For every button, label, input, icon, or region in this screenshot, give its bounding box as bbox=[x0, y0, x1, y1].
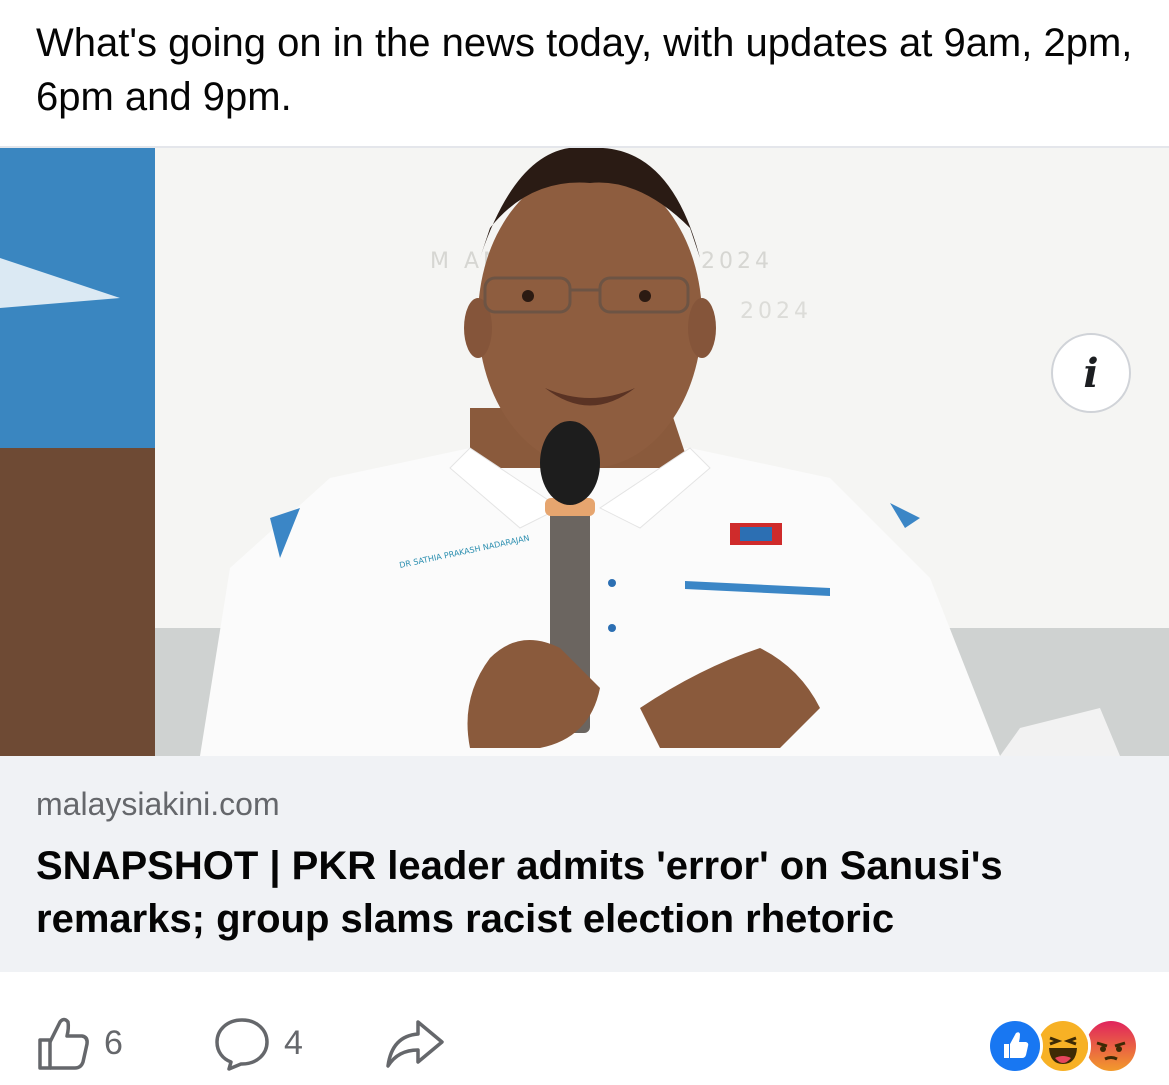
like-count: 6 bbox=[104, 1023, 123, 1062]
link-headline[interactable]: SNAPSHOT | PKR leader admits 'error' on … bbox=[36, 840, 1136, 946]
reaction-summary[interactable] bbox=[987, 1018, 1139, 1074]
share-button[interactable] bbox=[384, 1014, 446, 1072]
share-arrow-icon bbox=[384, 1014, 446, 1072]
info-icon[interactable]: i bbox=[1051, 333, 1131, 413]
news-post: What's going on in the news today, with … bbox=[0, 0, 1169, 1085]
comment-button[interactable]: 4 bbox=[212, 1014, 303, 1072]
haha-reaction-icon bbox=[1035, 1018, 1091, 1074]
angry-reaction-icon bbox=[1083, 1018, 1139, 1074]
comment-bubble-icon bbox=[212, 1014, 272, 1072]
photo-illustration: M ANGBANG BIL 1 2024 2024 bbox=[0, 148, 1169, 756]
like-button[interactable]: 6 bbox=[34, 1014, 123, 1072]
thumbs-up-icon bbox=[34, 1014, 92, 1072]
link-preview-card[interactable]: malaysiakini.com SNAPSHOT | PKR leader a… bbox=[0, 756, 1169, 972]
post-caption: What's going on in the news today, with … bbox=[36, 21, 1133, 119]
post-actions-bar: 6 4 bbox=[0, 1000, 1169, 1085]
link-domain: malaysiakini.com bbox=[36, 786, 280, 822]
svg-text:2024: 2024 bbox=[740, 299, 812, 324]
comment-count: 4 bbox=[284, 1023, 303, 1062]
like-reaction-icon bbox=[987, 1018, 1043, 1074]
link-preview-image[interactable]: M ANGBANG BIL 1 2024 2024 bbox=[0, 148, 1169, 756]
